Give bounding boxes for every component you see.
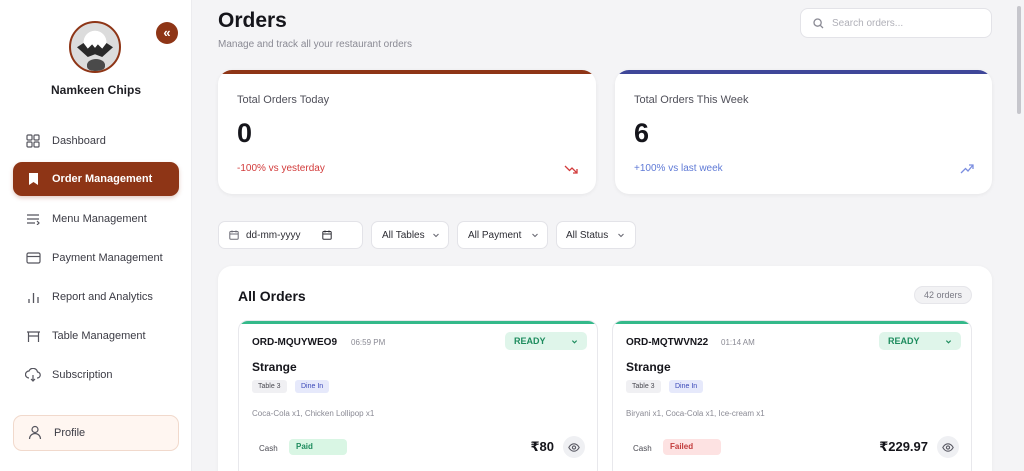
order-status-select[interactable]: READY [879,332,961,350]
chevron-down-icon [531,231,539,239]
order-card-status-bar [239,321,597,324]
chevron-down-icon [617,231,625,239]
stat-card-week: Total Orders This Week 6 +100% vs last w… [615,70,992,194]
order-status-label: READY [514,336,546,346]
sidebar-item-label: Subscription [52,369,113,381]
sidebar-item-label: Menu Management [52,213,147,225]
sidebar-item-label: Report and Analytics [52,291,153,303]
stat-card-accent-bar [615,70,992,74]
orders-panel: All Orders 42 orders ORD-MQUYWEO9 06:59 … [218,266,992,471]
order-type-tag: Dine In [295,380,330,393]
payment-method: Cash [633,444,652,453]
view-order-button[interactable] [937,436,959,458]
order-type-tag: Dine In [669,380,704,393]
date-filter-value: dd-mm-yyyy [246,229,301,241]
orders-title: All Orders [238,288,306,304]
table-tag: Table 3 [626,380,661,393]
restaurant-name: Namkeen Chips [50,83,142,97]
sidebar-item-payment-management[interactable]: Payment Management [13,241,179,275]
search-input[interactable] [832,17,982,29]
page-subtitle: Manage and track all your restaurant ord… [218,39,412,50]
status-filter[interactable]: All Status [556,221,636,249]
date-picker-icon[interactable] [322,230,333,240]
logo-body-shape [87,59,105,71]
payment-status-badge: Failed [663,439,721,455]
customer-name: Strange [626,360,671,374]
table-filter[interactable]: All Tables [371,221,449,249]
stat-card-accent-bar [218,70,596,74]
order-status-label: READY [888,336,920,346]
stat-value: 0 [237,118,253,148]
sidebar-item-label: Order Management [52,173,153,185]
page-scrollbar[interactable] [1017,6,1021,114]
sidebar-item-order-management[interactable]: Order Management [13,162,179,196]
status-filter-value: All Status [566,229,609,241]
sidebar: « Namkeen Chips Dashboard Order Manageme… [0,0,192,471]
stat-card-today: Total Orders Today 0 -100% vs yesterday [218,70,596,194]
date-filter[interactable]: dd-mm-yyyy [218,221,363,249]
collapse-sidebar-button[interactable]: « [156,22,178,44]
view-order-button[interactable] [563,436,585,458]
order-card-status-bar [613,321,971,324]
chevron-down-icon [432,231,440,239]
sidebar-item-report-and-analytics[interactable]: Report and Analytics [13,280,179,314]
search-box[interactable] [800,8,992,38]
order-items: Biryani x1, Coca-Cola x1, Ice-cream x1 [626,409,765,418]
table-tag: Table 3 [252,380,287,393]
trending-down-icon [564,162,578,174]
stat-label: Total Orders Today [237,94,330,106]
eye-icon [942,442,954,452]
subscription-icon [25,367,41,383]
sidebar-item-subscription[interactable]: Subscription [13,358,179,392]
orders-count-badge: 42 orders [913,286,972,304]
table-filter-value: All Tables [382,229,425,241]
chevron-down-icon [945,338,952,345]
order-card[interactable]: ORD-MQUYWEO9 06:59 PM READY Strange Tabl… [238,320,598,471]
restaurant-avatar [69,21,121,73]
sidebar-item-table-management[interactable]: Table Management [13,319,179,353]
list-icon [25,211,41,227]
bar-chart-icon [25,289,41,305]
order-id: ORD-MQTWVN22 [626,337,709,348]
bookmark-icon [25,171,41,187]
profile-label: Profile [54,427,86,439]
stat-label: Total Orders This Week [634,94,749,106]
sidebar-item-label: Table Management [52,330,146,342]
payment-method: Cash [259,444,278,453]
credit-card-icon [25,250,41,266]
payment-filter-value: All Payment [468,229,522,241]
payment-status-badge: Paid [289,439,347,455]
grid-icon [25,133,41,149]
page-title: Orders [218,9,287,32]
logo-wing-shape [77,43,113,57]
order-status-select[interactable]: READY [505,332,587,350]
customer-name: Strange [252,360,297,374]
order-time: 06:59 PM [351,338,386,347]
order-id: ORD-MQUYWEO9 [252,337,337,348]
trending-up-icon [960,162,974,174]
order-amount: ₹229.97 [879,439,928,454]
table-icon [25,328,41,344]
stat-value: 6 [634,118,650,148]
payment-filter[interactable]: All Payment [457,221,548,249]
user-icon [28,425,44,441]
sidebar-item-label: Payment Management [52,252,163,264]
stat-delta: -100% vs yesterday [237,163,325,174]
order-card[interactable]: ORD-MQTWVN22 01:14 AM READY Strange Tabl… [612,320,972,471]
order-amount: ₹80 [530,439,554,454]
profile-button[interactable]: Profile [13,415,179,451]
sidebar-item-dashboard[interactable]: Dashboard [13,124,179,158]
calendar-icon [229,230,239,240]
eye-icon [568,442,580,452]
order-time: 01:14 AM [721,338,755,347]
sidebar-item-menu-management[interactable]: Menu Management [13,202,179,236]
order-items: Coca-Cola x1, Chicken Lollipop x1 [252,409,375,418]
search-icon [813,17,824,29]
stat-delta: +100% vs last week [634,163,723,174]
sidebar-item-label: Dashboard [52,135,106,147]
chevron-down-icon [571,338,578,345]
